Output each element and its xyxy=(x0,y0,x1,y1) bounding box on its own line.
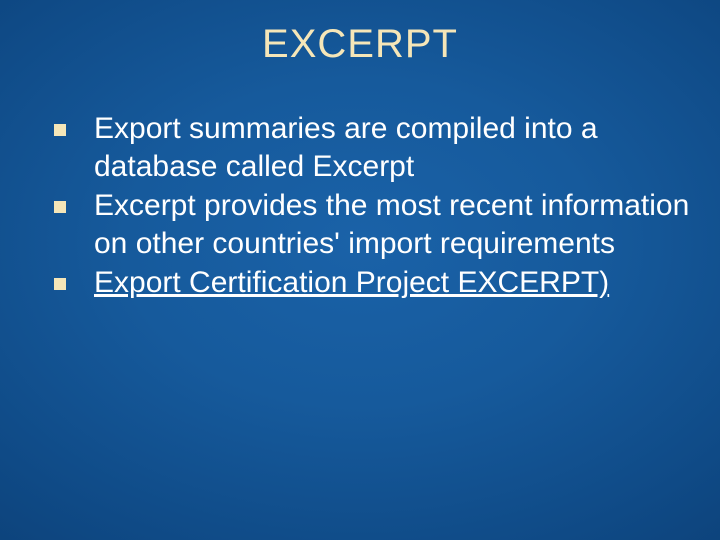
list-item: Export summaries are compiled into a dat… xyxy=(54,110,698,185)
slide-body: Export summaries are compiled into a dat… xyxy=(54,110,698,304)
list-item: Export Certification Project EXCERPT) xyxy=(54,264,698,302)
hyperlink[interactable]: Export Certification Project EXCERPT) xyxy=(94,266,609,299)
square-bullet-icon xyxy=(54,124,66,136)
square-bullet-icon xyxy=(54,278,66,290)
bullet-text[interactable]: Export Certification Project EXCERPT) xyxy=(94,264,609,302)
bullet-text: Excerpt provides the most recent informa… xyxy=(94,187,698,262)
square-bullet-icon xyxy=(54,201,66,213)
bullet-text: Export summaries are compiled into a dat… xyxy=(94,110,698,185)
slide: EXCERPT Export summaries are compiled in… xyxy=(0,0,720,540)
slide-title: EXCERPT xyxy=(0,22,720,67)
list-item: Excerpt provides the most recent informa… xyxy=(54,187,698,262)
